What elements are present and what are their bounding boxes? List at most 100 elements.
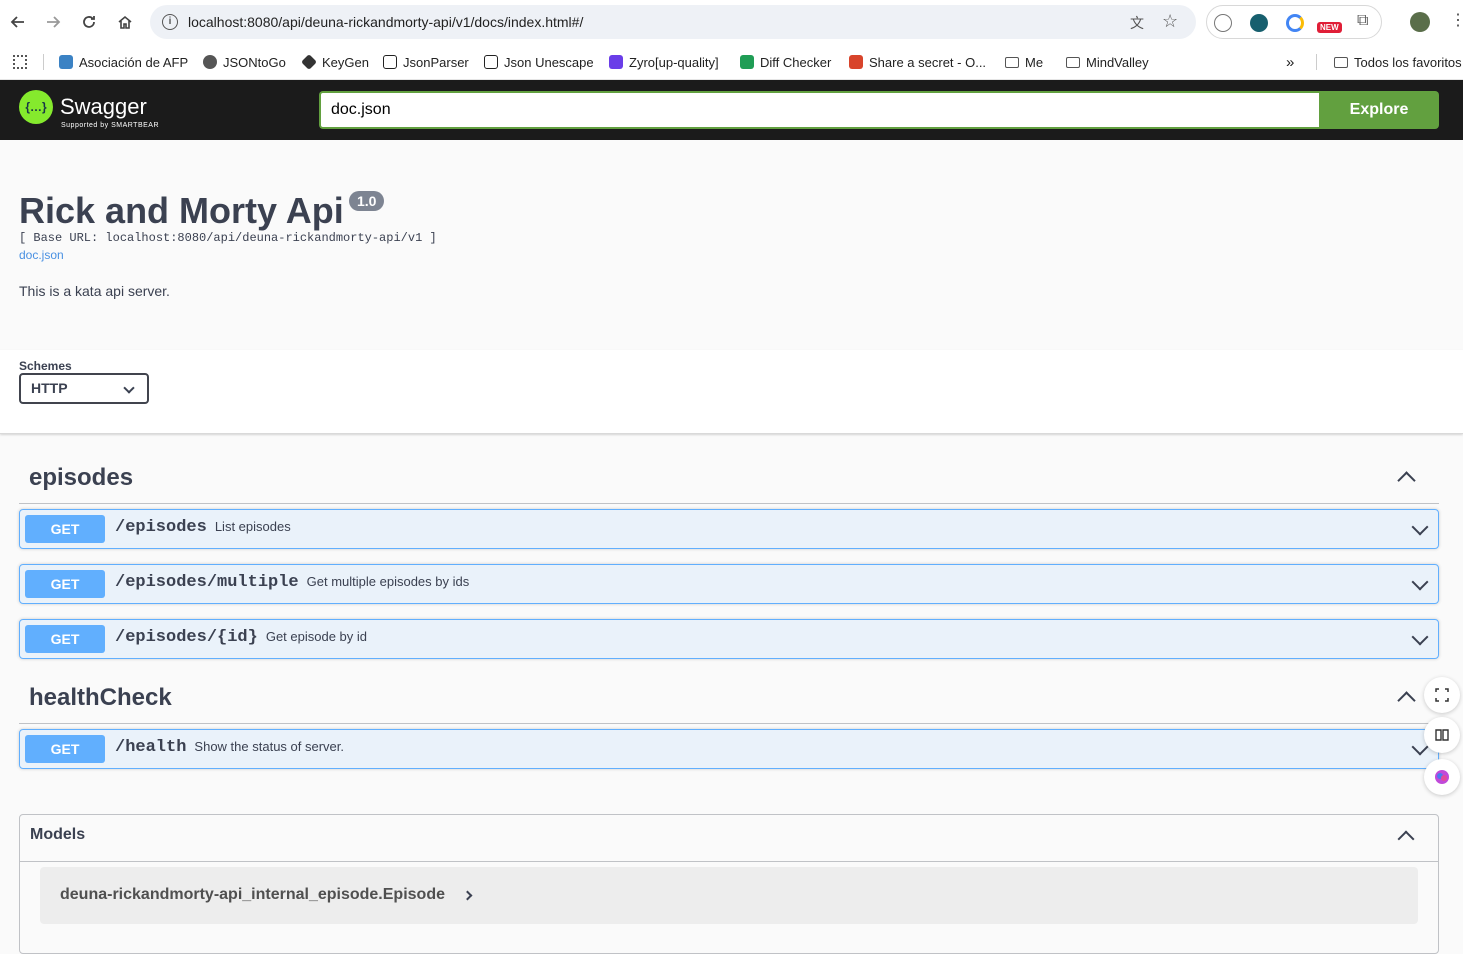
chevron-down-icon[interactable] <box>1411 573 1429 591</box>
chevron-down-icon[interactable] <box>1411 628 1429 646</box>
api-info: Rick and Morty Api 1.0 [ Base URL: local… <box>0 140 1463 350</box>
swagger-logo-subtitle: Supported by SMARTBEAR <box>61 122 160 129</box>
bookmark-favicon-icon <box>301 54 317 70</box>
operation-path-text: /episodes/multiple <box>115 573 299 592</box>
folder-icon <box>1005 56 1019 68</box>
operation-path-text: /episodes/{id} <box>115 628 258 647</box>
home-icon[interactable] <box>115 12 135 32</box>
extension-teal-icon[interactable] <box>1250 14 1268 32</box>
all-bookmarks-folder[interactable]: Todos los favoritos <box>1334 44 1462 80</box>
reload-icon[interactable] <box>79 12 99 32</box>
browser-menu-icon[interactable]: ⋮ <box>1450 10 1463 30</box>
bookmarks-separator <box>43 54 44 70</box>
extensions-puzzle-icon[interactable]: ⧉ <box>1357 12 1368 30</box>
overflow-chevron-icon: » <box>1286 53 1295 71</box>
model-name: deuna-rickandmorty-api_internal_episode.… <box>60 886 445 903</box>
bookmark-item[interactable]: JSONtoGo <box>203 44 286 80</box>
model-item[interactable]: deuna-rickandmorty-api_internal_episode.… <box>40 867 1418 924</box>
extension-new-badge[interactable]: NEW <box>1317 22 1342 33</box>
chevron-up-icon[interactable] <box>1397 471 1416 490</box>
bookmark-item[interactable]: Diff Checker <box>740 44 831 80</box>
address-bar[interactable]: i localhost:8080/api/deuna-rickandmorty-… <box>150 5 1196 39</box>
bookmark-favicon-icon <box>849 55 863 69</box>
operation-path: /episodes List episodes <box>115 518 291 537</box>
operation-path: /episodes/multiple Get multiple episodes … <box>115 573 469 592</box>
site-info-icon[interactable]: i <box>162 14 178 30</box>
extension-google-icon[interactable] <box>1286 14 1304 32</box>
bookmarks-overflow-button[interactable]: » <box>1286 44 1294 80</box>
method-badge: GET <box>25 570 105 598</box>
operation-get-episodes[interactable]: GET /episodes List episodes <box>19 509 1439 549</box>
bookmark-item[interactable]: Json Unescape <box>484 44 594 80</box>
bookmark-label: JSONtoGo <box>223 54 286 70</box>
models-divider <box>20 861 1438 862</box>
operation-summary: Get multiple episodes by ids <box>306 574 470 589</box>
bookmark-favicon-icon <box>484 55 498 69</box>
operation-get-episode-by-id[interactable]: GET /episodes/{id} Get episode by id <box>19 619 1439 659</box>
browser-toolbar: i localhost:8080/api/deuna-rickandmorty-… <box>0 0 1463 44</box>
page-title: Rick and Morty Api <box>19 190 344 231</box>
base-url: [ Base URL: localhost:8080/api/deuna-ric… <box>19 231 437 245</box>
operation-get-health[interactable]: GET /health Show the status of server. <box>19 729 1439 769</box>
folder-icon <box>1334 56 1348 68</box>
swagger-logo-text: Swagger <box>60 94 147 119</box>
tag-title: healthCheck <box>29 684 172 711</box>
bookmark-label: MindValley <box>1086 54 1149 70</box>
extensions-group: NEW ⧉ <box>1206 5 1382 39</box>
bookmark-item[interactable]: Zyro[up-quality] <box>609 44 719 80</box>
back-icon[interactable] <box>8 12 28 32</box>
bookmark-label: Share a secret - O... <box>869 54 987 70</box>
spec-link[interactable]: doc.json <box>19 248 64 262</box>
bookmark-item[interactable]: JsonParser <box>383 44 469 80</box>
bookmark-label: Todos los favoritos <box>1354 54 1462 70</box>
bookmark-folder[interactable]: Me <box>1005 44 1043 80</box>
reader-book-icon[interactable] <box>1424 717 1460 753</box>
swagger-topbar: {…} Swagger Supported by SMARTBEAR doc.j… <box>0 80 1463 140</box>
ai-brain-icon[interactable] <box>1424 759 1460 795</box>
api-description: This is a kata api server. <box>19 283 170 299</box>
extension-h-icon[interactable] <box>1214 14 1232 32</box>
operation-summary: Get episode by id <box>265 629 368 644</box>
forward-icon[interactable] <box>43 12 63 32</box>
method-badge: GET <box>25 735 105 763</box>
bookmark-star-icon[interactable]: ☆ <box>1162 11 1178 32</box>
tag-healthcheck[interactable]: healthCheck <box>19 672 1439 724</box>
bookmarks-separator <box>1316 54 1317 70</box>
bookmark-favicon-icon <box>609 55 623 69</box>
bookmark-item[interactable]: Asociación de AFP <box>59 44 188 80</box>
schemes-label: Schemes <box>19 359 72 373</box>
screenshot-tool-icon[interactable] <box>1424 677 1460 713</box>
schemes-select[interactable]: HTTP <box>19 373 149 404</box>
bookmark-label: Asociación de AFP <box>79 54 189 70</box>
bookmark-item[interactable]: KeyGen <box>301 44 369 80</box>
spec-url-input[interactable]: doc.json <box>319 91 1319 129</box>
operation-get-episodes-multiple[interactable]: GET /episodes/multiple Get multiple episo… <box>19 564 1439 604</box>
tag-episodes[interactable]: episodes <box>19 452 1439 504</box>
swagger-logo[interactable]: {…} Swagger <box>19 90 147 124</box>
chevron-down-icon <box>123 382 135 394</box>
operation-path-text: /health <box>115 738 187 757</box>
bookmark-favicon-icon <box>203 55 217 69</box>
bookmark-label: Me <box>1025 54 1044 70</box>
bookmarks-bar: Asociación de AFP JSONtoGo KeyGen JsonPa… <box>0 44 1463 80</box>
method-badge: GET <box>25 625 105 653</box>
translate-icon[interactable]: 文 <box>1130 13 1144 33</box>
bookmark-item[interactable]: Share a secret - O... <box>849 44 986 80</box>
explore-button[interactable]: Explore <box>1319 91 1439 129</box>
models-section: Models deuna-rickandmorty-api_internal_e… <box>19 814 1439 954</box>
chevron-down-icon[interactable] <box>1411 518 1429 536</box>
chevron-up-icon[interactable] <box>1397 830 1415 848</box>
operation-path: /health Show the status of server. <box>115 738 344 757</box>
bookmark-favicon-icon <box>383 55 397 69</box>
bookmark-label: JsonParser <box>403 54 469 70</box>
profile-avatar[interactable] <box>1410 12 1430 32</box>
bookmark-label: Zyro[up-quality] <box>629 54 719 70</box>
chevron-up-icon[interactable] <box>1397 691 1416 710</box>
chevron-right-icon[interactable] <box>462 890 473 901</box>
url-text[interactable]: localhost:8080/api/deuna-rickandmorty-ap… <box>188 14 583 30</box>
models-title[interactable]: Models <box>30 826 85 844</box>
bookmark-favicon-icon <box>740 55 754 69</box>
bookmark-folder[interactable]: MindValley <box>1066 44 1149 80</box>
swagger-logo-icon: {…} <box>19 90 53 124</box>
apps-grid-icon[interactable] <box>13 55 27 69</box>
